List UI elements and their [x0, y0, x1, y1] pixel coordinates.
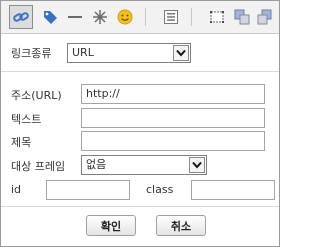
toolbar-separator — [145, 8, 146, 26]
cancel-button[interactable]: 취소 — [156, 215, 206, 236]
editor-toolbar — [1, 1, 279, 34]
special-char-icon[interactable] — [88, 5, 112, 29]
id-label: id — [11, 183, 22, 196]
id-input[interactable] — [46, 180, 130, 200]
table-icon[interactable] — [205, 5, 229, 29]
link-type-value: URL — [72, 46, 94, 59]
chevron-down-icon[interactable] — [189, 157, 205, 173]
emoticon-icon[interactable] — [113, 5, 137, 29]
toolbar-separator — [191, 8, 192, 26]
section-divider — [1, 71, 279, 72]
confirm-button[interactable]: 확인 — [86, 215, 136, 236]
text-input[interactable] — [81, 108, 265, 128]
link-dialog: 링크종류 URL 주소(URL) http:// 텍스트 제목 대상 프레임 없… — [0, 0, 280, 247]
title-input[interactable] — [81, 131, 265, 151]
class-input[interactable] — [191, 180, 275, 200]
tag-icon[interactable] — [38, 5, 62, 29]
copy-icon[interactable] — [230, 5, 254, 29]
address-label: 주소(URL) — [11, 89, 62, 102]
target-frame-value: 없음 — [86, 158, 107, 171]
layer-icon[interactable] — [253, 5, 277, 29]
link-type-select[interactable]: URL — [67, 43, 191, 63]
chevron-down-icon[interactable] — [173, 45, 189, 61]
text-label: 텍스트 — [11, 113, 42, 126]
target-frame-label: 대상 프레임 — [11, 160, 66, 173]
class-label: class — [146, 183, 174, 196]
section-divider — [1, 206, 279, 207]
target-frame-select[interactable]: 없음 — [81, 155, 207, 175]
title-label: 제목 — [11, 136, 32, 149]
link-icon[interactable] — [9, 5, 33, 29]
list-icon[interactable] — [159, 5, 183, 29]
link-type-label: 링크종류 — [11, 47, 52, 60]
horizontal-rule-icon[interactable] — [63, 5, 87, 29]
address-input[interactable]: http:// — [81, 84, 265, 104]
